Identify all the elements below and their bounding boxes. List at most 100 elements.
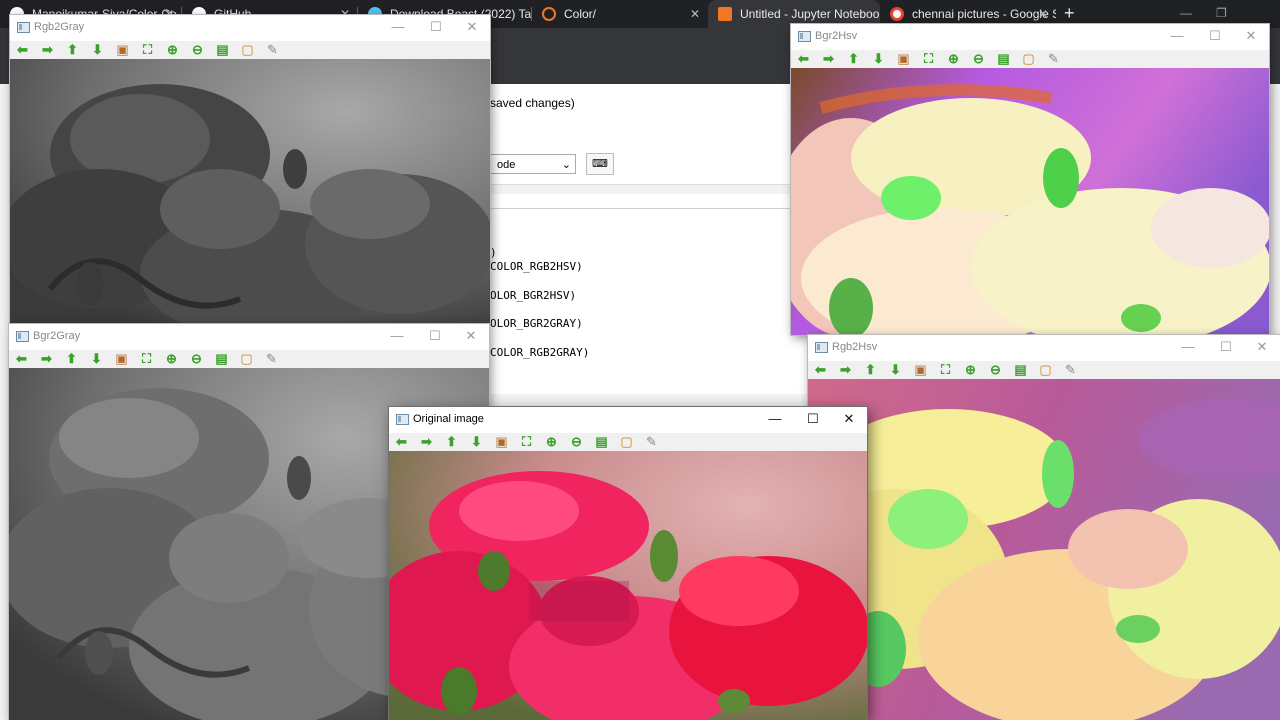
pan-down-icon[interactable]: ⬇ [85, 41, 110, 59]
save-icon[interactable]: ▤ [209, 350, 234, 368]
browser-restore-button[interactable]: ❐ [1216, 6, 1227, 20]
window-titlebar[interactable]: Rgb2Gray — ☐ ✕ [10, 15, 490, 41]
zoom-out-icon[interactable]: ⊖ [983, 361, 1008, 379]
zoom-fit-icon[interactable]: ⛶ [134, 350, 159, 368]
save-status: saved changes) [490, 96, 575, 110]
pan-right-icon[interactable]: ➡ [35, 41, 60, 59]
window-titlebar[interactable]: Bgr2Gray — ☐ ✕ [9, 324, 489, 350]
zoom-out-icon[interactable]: ⊖ [564, 433, 589, 451]
zoom-fit-icon[interactable]: ⛶ [514, 433, 539, 451]
maximize-button[interactable]: ☐ [1205, 28, 1225, 44]
save-icon[interactable]: ▤ [1008, 361, 1033, 379]
image-view[interactable] [10, 59, 490, 323]
pan-up-icon[interactable]: ⬆ [439, 433, 464, 451]
pan-right-icon[interactable]: ➡ [833, 361, 858, 379]
zoom-in-icon[interactable]: ⊕ [160, 41, 185, 59]
pan-left-icon[interactable]: ⬅ [9, 350, 34, 368]
minimize-button[interactable]: — [387, 328, 407, 343]
close-button[interactable]: ✕ [1252, 339, 1272, 355]
pan-right-icon[interactable]: ➡ [414, 433, 439, 451]
minimize-button[interactable]: — [1178, 339, 1198, 354]
properties-icon[interactable]: ▢ [234, 350, 259, 368]
zoom-fit-icon[interactable]: ⛶ [933, 361, 958, 379]
properties-icon[interactable]: ▢ [1016, 50, 1041, 68]
pan-down-icon[interactable]: ⬇ [464, 433, 489, 451]
rgb2gray-window[interactable]: Rgb2Gray — ☐ ✕ ⬅ ➡ ⬆ ⬇ ▣ ⛶ ⊕ ⊖ ▤ ▢ ✎ [10, 15, 490, 323]
settings-icon[interactable]: ✎ [260, 41, 285, 59]
save-icon[interactable]: ▤ [991, 50, 1016, 68]
save-icon[interactable]: ▤ [589, 433, 614, 451]
pan-up-icon[interactable]: ⬆ [841, 50, 866, 68]
pan-down-icon[interactable]: ⬇ [866, 50, 891, 68]
properties-icon[interactable]: ▢ [235, 41, 260, 59]
zoom-original-icon[interactable]: ▣ [891, 50, 916, 68]
code-line: OLOR_BGR2GRAY) [490, 317, 583, 330]
pan-down-icon[interactable]: ⬇ [84, 350, 109, 368]
zoom-in-icon[interactable]: ⊕ [539, 433, 564, 451]
pan-left-icon[interactable]: ⬅ [10, 41, 35, 59]
maximize-button[interactable]: ☐ [426, 19, 446, 35]
pan-left-icon[interactable]: ⬅ [791, 50, 816, 68]
original-image-window[interactable]: Original image — ☐ ✕ ⬅ ➡ ⬆ ⬇ ▣ ⛶ ⊕ ⊖ ▤ ▢ ✎ [389, 407, 867, 720]
maximize-button[interactable]: ☐ [803, 411, 823, 427]
save-icon[interactable]: ▤ [210, 41, 235, 59]
pan-up-icon[interactable]: ⬆ [858, 361, 883, 379]
zoom-original-icon[interactable]: ▣ [908, 361, 933, 379]
minimize-button[interactable]: — [388, 19, 408, 34]
browser-minimize-button[interactable]: — [1180, 6, 1192, 20]
pan-left-icon[interactable]: ⬅ [808, 361, 833, 379]
pan-right-icon[interactable]: ➡ [816, 50, 841, 68]
pan-up-icon[interactable]: ⬆ [59, 350, 84, 368]
code-line: ) [490, 246, 497, 259]
close-button[interactable]: ✕ [461, 328, 481, 344]
properties-icon[interactable]: ▢ [1033, 361, 1058, 379]
zoom-out-icon[interactable]: ⊖ [184, 350, 209, 368]
zoom-original-icon[interactable]: ▣ [109, 350, 134, 368]
zoom-in-icon[interactable]: ⊕ [941, 50, 966, 68]
properties-icon[interactable]: ▢ [614, 433, 639, 451]
zoom-out-icon[interactable]: ⊖ [185, 41, 210, 59]
zoom-original-icon[interactable]: ▣ [110, 41, 135, 59]
pan-down-icon[interactable]: ⬇ [883, 361, 908, 379]
window-titlebar[interactable]: Bgr2Hsv — ☐ ✕ [791, 24, 1269, 50]
close-button[interactable]: ✕ [1241, 28, 1261, 44]
window-app-icon [16, 331, 29, 342]
hsv-rose-image [808, 379, 1280, 720]
window-titlebar[interactable]: Original image — ☐ ✕ [389, 407, 867, 433]
rose-photo [389, 451, 867, 720]
cv-toolbar: ⬅ ➡ ⬆ ⬇ ▣ ⛶ ⊕ ⊖ ▤ ▢ ✎ [10, 41, 490, 59]
minimize-button[interactable]: — [1167, 28, 1187, 43]
image-view[interactable] [808, 379, 1280, 720]
close-tab-icon[interactable]: ✕ [690, 7, 700, 21]
zoom-in-icon[interactable]: ⊕ [958, 361, 983, 379]
bgr2hsv-window[interactable]: Bgr2Hsv — ☐ ✕ ⬅ ➡ ⬆ ⬇ ▣ ⛶ ⊕ ⊖ ▤ ▢ ✎ [791, 24, 1269, 335]
maximize-button[interactable]: ☐ [425, 328, 445, 344]
zoom-fit-icon[interactable]: ⛶ [916, 50, 941, 68]
zoom-fit-icon[interactable]: ⛶ [135, 41, 160, 59]
rgb2hsv-window[interactable]: Rgb2Hsv — ☐ ✕ ⬅ ➡ ⬆ ⬇ ▣ ⛶ ⊕ ⊖ ▤ ▢ ✎ [808, 335, 1280, 720]
image-view[interactable] [791, 68, 1269, 335]
browser-tab[interactable]: Color/ ✕ [532, 0, 708, 28]
pan-up-icon[interactable]: ⬆ [60, 41, 85, 59]
settings-icon[interactable]: ✎ [1058, 361, 1083, 379]
window-titlebar[interactable]: Rgb2Hsv — ☐ ✕ [808, 335, 1280, 361]
close-button[interactable]: ✕ [839, 411, 859, 427]
jupyter-icon [542, 7, 556, 21]
zoom-out-icon[interactable]: ⊖ [966, 50, 991, 68]
settings-icon[interactable]: ✎ [639, 433, 664, 451]
settings-icon[interactable]: ✎ [1041, 50, 1066, 68]
cell-type-select[interactable]: ode ⌄ [490, 154, 576, 174]
maximize-button[interactable]: ☐ [1216, 339, 1236, 355]
settings-icon[interactable]: ✎ [259, 350, 284, 368]
pan-left-icon[interactable]: ⬅ [389, 433, 414, 451]
close-button[interactable]: ✕ [462, 19, 482, 35]
window-title: Rgb2Hsv [832, 341, 878, 353]
command-palette-button[interactable]: ⌨ [586, 153, 614, 175]
minimize-button[interactable]: — [765, 411, 785, 426]
new-tab-button[interactable]: + [1064, 3, 1075, 24]
zoom-in-icon[interactable]: ⊕ [159, 350, 184, 368]
pan-right-icon[interactable]: ➡ [34, 350, 59, 368]
image-view[interactable] [389, 451, 867, 720]
zoom-original-icon[interactable]: ▣ [489, 433, 514, 451]
close-tab-icon[interactable]: ✕ [1038, 7, 1048, 21]
